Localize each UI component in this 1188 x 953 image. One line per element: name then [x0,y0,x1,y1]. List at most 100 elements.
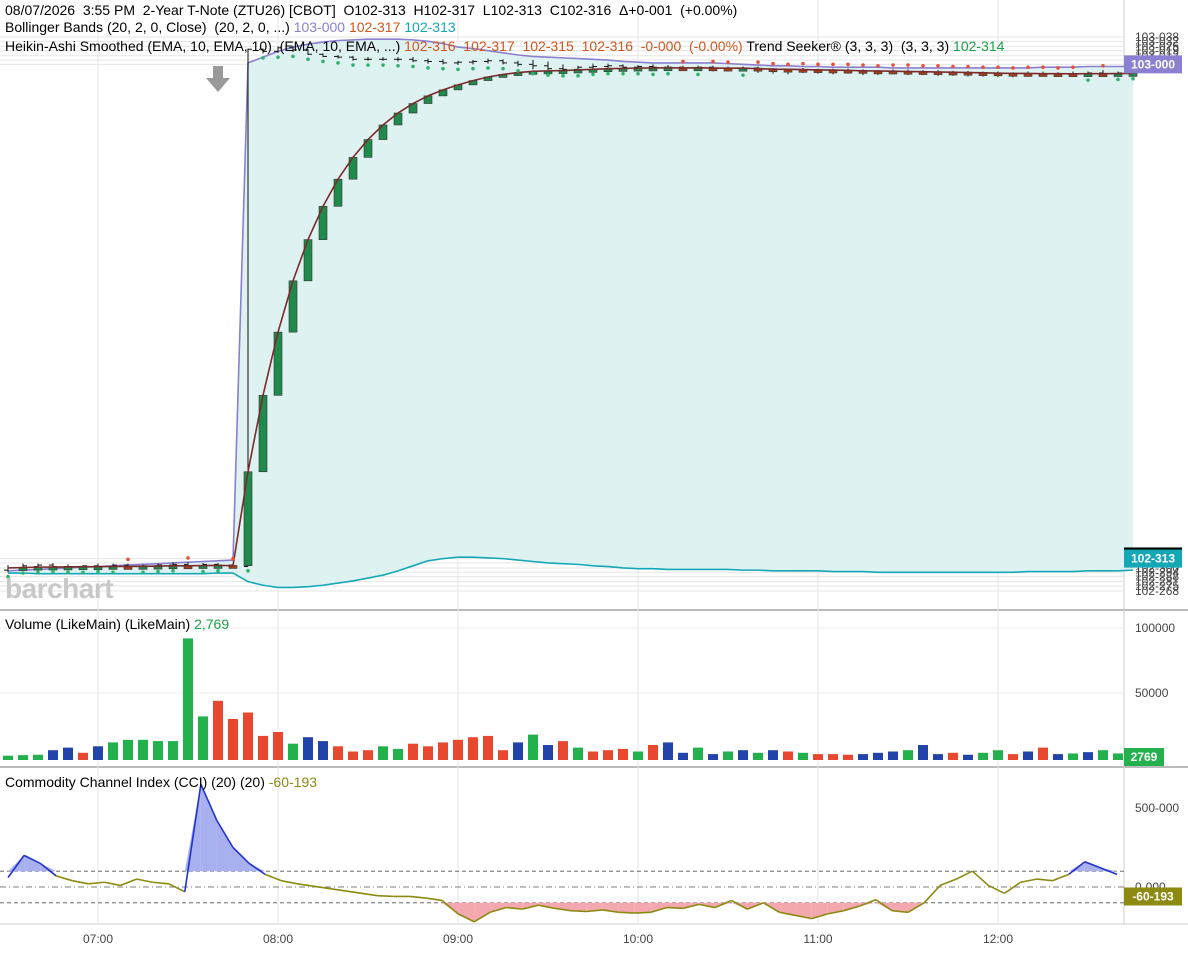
cci-line-segment [297,883,314,888]
trend-seeker-dot [1101,63,1105,68]
volume-bar [903,750,913,760]
cci-oversold-fill [618,902,635,914]
event-arrow-icon[interactable] [204,66,232,94]
cci-overbought-fill [200,784,217,872]
trend-seeker-dot [186,556,190,560]
trend-seeker-dot [381,63,385,67]
trend-seeker-dot [936,63,940,68]
cci-pane-value: -60-193 [268,774,318,790]
price-tick-label: 102-268 [1135,584,1179,598]
trend-seeker-dot [231,556,235,561]
trend-seeker-dot [1086,78,1090,82]
cci-line-segment [409,895,426,899]
cci-line-segment [377,894,394,898]
cci-line-segment [971,870,989,887]
trend-seeker-dot [981,65,985,70]
volume-bar [78,752,88,760]
trend-seeker-value: 102-314 [953,38,1005,54]
cci-oversold-fill [634,902,651,914]
trend-seeker-dot [876,63,880,68]
volume-bar [978,752,988,760]
cci-line-segment [939,878,957,887]
trend-seeker-dot [201,569,205,574]
volume-bar [768,750,778,760]
trend-seeker-dot [516,69,520,73]
cci-line-segment [329,887,346,892]
cci-line-segment [1036,878,1053,882]
trend-seeker-dot [1056,66,1060,70]
bollinger-label: Bollinger Bands (20, 2, 0, Close) (20, 2… [5,19,290,35]
cci-overbought-fill [216,820,234,872]
cci-pane-label: Commodity Channel Index (CCI) (20) (20) [5,774,265,790]
cci-line-segment [1052,873,1070,882]
trend-seeker-dot [996,65,1000,70]
barchart-logo: barchart [5,573,114,604]
cci-line-segment [264,873,282,882]
volume-badge-text: 2769 [1131,750,1158,764]
trend-seeker-dot [666,71,670,76]
trend-seeker-dot [486,66,490,70]
volume-bar [1008,754,1018,760]
volume-bar [108,742,118,760]
cci-overbought-fill [233,847,250,872]
trend-seeker-dot [216,569,220,573]
volume-bar [198,716,208,760]
volume-bar [663,742,673,760]
cci-line-segment [361,892,378,897]
volume-bar [1053,754,1063,760]
trend-seeker-dot [246,569,250,573]
volume-bar [168,741,178,760]
trend-seeker-dot [441,66,445,71]
trend-seeker-dot [591,72,595,77]
trend-seeker-dot [576,74,580,78]
trend-seeker-dot [906,63,910,67]
trend-seeker-dot [1116,77,1120,82]
cci-line-segment [72,879,89,885]
volume-bar [678,752,688,760]
cci-line-segment [570,909,587,913]
heikin-ashi-label: Heikin-Ashi Smoothed (EMA, 10, EMA, 10) … [5,38,401,54]
heikin-ashi-legend[interactable]: Heikin-Ashi Smoothed (EMA, 10, EMA, 10) … [5,38,1004,55]
trend-seeker-dot [816,62,820,67]
volume-bar [603,750,613,760]
lower-band-badge-text: 102-313 [1131,552,1175,566]
trend-seeker-dot [771,61,775,66]
cci-overbought-fill [24,855,41,872]
volume-bar [723,751,733,760]
cci-oversold-fill [458,902,475,922]
bollinger-legend[interactable]: Bollinger Bands (20, 2, 0, Close) (20, 2… [5,19,456,36]
trend-seeker-dot [141,570,145,575]
volume-bar [153,741,163,760]
trend-seeker-dot [606,71,610,76]
cci-line-segment [88,881,105,885]
volume-bars [3,638,1138,760]
volume-bar [888,751,898,760]
trend-seeker-dot [711,59,715,64]
cci-line-segment [55,875,73,882]
trend-seeker-dot [501,66,505,71]
volume-bar [573,747,583,760]
bollinger-fill [8,39,1133,588]
trend-seeker-dot [891,63,895,67]
time-tick-label: 07:00 [83,932,113,946]
volume-bar [393,748,403,760]
cci-fills [8,784,1117,922]
trend-seeker-dot [456,67,460,72]
cci-line-segment [1020,878,1037,884]
cci-line-segment [168,883,186,893]
chart-header-line: 08/07/2026 3:55 PM 2-Year T-Note (ZTU26)… [5,2,737,19]
time-tick-label: 12:00 [983,932,1013,946]
cci-line-segment [618,911,635,914]
volume-bar [588,751,598,760]
volume-bar [258,735,268,760]
chart-canvas[interactable]: 103-038103-032103-025103-019103-012103-0… [0,0,1188,953]
trend-seeker-dot [546,73,550,77]
trend-seeker-dot [696,72,700,77]
trend-seeker-dot [426,66,430,70]
volume-bar [348,751,358,760]
cci-line-segments [7,783,1118,923]
volume-bar [48,750,58,760]
volume-pane-value: 2,769 [194,616,230,632]
cci-line-segment [634,911,651,914]
cci-line-segment [120,878,137,887]
